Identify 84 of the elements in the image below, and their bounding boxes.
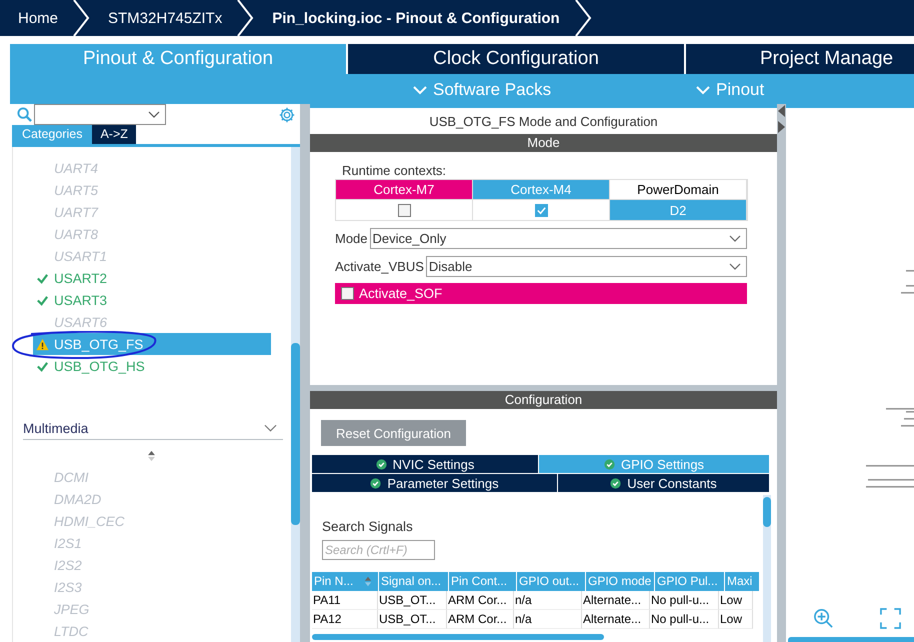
chevron-down-icon xyxy=(696,85,710,95)
column-header[interactable]: Pin N... xyxy=(312,572,378,591)
power-domain-cell: D2 xyxy=(610,199,747,220)
context-header: Cortex-M4 xyxy=(473,180,610,199)
column-header[interactable]: GPIO out... xyxy=(517,572,585,591)
chevron-down-icon xyxy=(148,111,160,119)
checkbox[interactable] xyxy=(341,287,354,300)
check-circle-icon xyxy=(370,478,382,488)
chevron-down-icon xyxy=(729,234,741,242)
table-cell: Low xyxy=(719,591,753,610)
search-field[interactable]: Search (Crtl+F) xyxy=(322,540,435,560)
column-header[interactable]: Maxi xyxy=(725,572,759,591)
chevron-down-icon xyxy=(264,424,277,432)
search-icon[interactable] xyxy=(17,107,32,122)
check-circle-icon xyxy=(610,478,622,488)
dropdown-field[interactable]: Device_Only xyxy=(370,228,747,249)
check-icon xyxy=(36,294,49,306)
table-cell: No pull-u... xyxy=(650,610,719,629)
main-tab[interactable]: Project Manage xyxy=(686,44,914,74)
section-header: Mode xyxy=(310,134,777,152)
check-circle-icon xyxy=(604,458,615,470)
settings-tab[interactable]: User Constants xyxy=(558,474,769,492)
table-cell: Alternate... xyxy=(582,610,650,629)
table-cell: PA12 xyxy=(312,610,378,629)
scrollbar[interactable] xyxy=(312,634,604,640)
search-combo-field[interactable] xyxy=(34,104,166,125)
checkbox[interactable] xyxy=(534,204,548,216)
view-tab[interactable]: A->Z xyxy=(92,125,136,144)
peripheral-item[interactable]: USART3 xyxy=(33,289,271,311)
view-tab[interactable]: Categories xyxy=(12,125,92,144)
breadcrumb-link[interactable]: Pin_locking.ioc - Pinout & Configuration xyxy=(272,10,560,26)
search-label: Search Signals xyxy=(322,519,414,534)
option-row[interactable]: Activate_SOF xyxy=(335,283,747,304)
field-label: Activate_VBUS xyxy=(335,259,424,274)
section-header: Configuration xyxy=(310,391,777,409)
column-header[interactable]: Pin Cont... xyxy=(449,572,516,591)
scrollbar[interactable] xyxy=(763,495,771,642)
sort-arrows-icon xyxy=(147,450,156,462)
table-cell: Alternate... xyxy=(582,591,650,610)
peripheral-item[interactable]: USART2 xyxy=(33,267,271,289)
sub-menu[interactable]: Software Packs xyxy=(413,80,552,100)
warning-icon xyxy=(36,338,49,350)
scrollbar[interactable] xyxy=(291,147,300,642)
reset-button[interactable]: Reset Configuration xyxy=(321,420,466,446)
chevron-down-icon xyxy=(413,85,427,95)
table-cell: ARM Cor... xyxy=(447,610,514,629)
table-cell: n/a xyxy=(514,591,582,610)
option-label: Activate_SOF xyxy=(359,286,442,301)
table-cell: USB_OT... xyxy=(378,591,447,610)
table-cell: n/a xyxy=(514,610,582,629)
checkbox[interactable] xyxy=(398,204,410,216)
breadcrumb-link[interactable]: Home xyxy=(18,10,58,26)
table-cell: ARM Cor... xyxy=(447,591,514,610)
main-tab[interactable]: Clock Configuration xyxy=(348,44,684,74)
settings-tab[interactable]: Parameter Settings xyxy=(312,474,557,492)
check-circle-icon xyxy=(376,458,387,470)
peripheral-item[interactable]: USB_OTG_HS xyxy=(33,355,271,377)
table-cell: USB_OT... xyxy=(378,610,447,629)
sub-menu[interactable]: Pinout xyxy=(696,80,764,100)
runtime-label: Runtime contexts: xyxy=(342,163,448,178)
column-header[interactable]: Signal on... xyxy=(379,572,448,591)
settings-tab[interactable]: NVIC Settings xyxy=(312,455,538,473)
breadcrumb-link[interactable]: STM32H745ZITx xyxy=(108,10,222,26)
collapse-arrows-icon[interactable] xyxy=(777,104,786,134)
check-icon xyxy=(36,360,49,372)
fit-screen-icon[interactable] xyxy=(880,608,901,629)
check-icon xyxy=(36,272,49,284)
context-header: Cortex-M7 xyxy=(336,180,473,199)
settings-tab[interactable]: GPIO Settings xyxy=(539,455,769,473)
table-cell: Low xyxy=(719,610,753,629)
peripheral-item[interactable]: USB_OTG_FS xyxy=(33,333,271,355)
sort-arrows-icon[interactable] xyxy=(364,576,372,587)
settings-icon[interactable] xyxy=(278,106,296,124)
category-header[interactable]: Multimedia xyxy=(23,417,283,440)
table-cell: PA11 xyxy=(312,591,378,610)
main-tab[interactable]: Pinout & Configuration xyxy=(10,44,346,74)
zoom-in-icon[interactable] xyxy=(813,608,834,629)
column-header[interactable]: GPIO Pul... xyxy=(655,572,724,591)
column-header[interactable]: GPIO mode xyxy=(586,572,654,591)
field-label: Mode xyxy=(335,231,368,246)
table-cell: No pull-u... xyxy=(650,591,719,610)
dropdown-field[interactable]: Disable xyxy=(426,256,747,277)
chevron-down-icon xyxy=(729,262,741,270)
panel-title: USB_OTG_FS Mode and Configuration xyxy=(428,113,659,131)
